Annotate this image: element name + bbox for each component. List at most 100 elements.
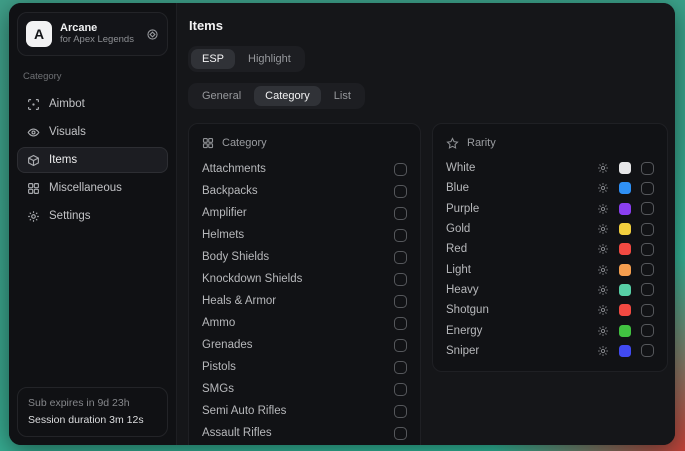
- rarity-row: Gold: [446, 219, 654, 239]
- rarity-checkbox[interactable]: [641, 223, 654, 236]
- rarity-label: Shotgun: [446, 304, 597, 316]
- color-swatch[interactable]: [619, 203, 631, 215]
- category-label: Backpacks: [202, 185, 394, 197]
- color-swatch[interactable]: [619, 162, 631, 174]
- category-grid-icon: [202, 137, 214, 149]
- category-checkbox[interactable]: [394, 405, 407, 418]
- gear-icon[interactable]: [597, 182, 609, 194]
- category-row: Assault Rifles: [202, 422, 407, 444]
- session-info-box: Sub expires in 9d 23h Session duration 3…: [17, 387, 168, 437]
- rarity-checkbox[interactable]: [641, 202, 654, 215]
- rarity-panel-title: Rarity: [467, 137, 496, 149]
- category-checkbox[interactable]: [394, 273, 407, 286]
- tab-general[interactable]: General: [191, 86, 252, 106]
- eye-icon: [26, 126, 40, 139]
- category-checkbox[interactable]: [394, 229, 407, 242]
- color-swatch[interactable]: [619, 304, 631, 316]
- rarity-row: Sniper: [446, 341, 654, 361]
- tab-highlight[interactable]: Highlight: [237, 49, 302, 69]
- category-checkbox[interactable]: [394, 427, 407, 440]
- rarity-label: Red: [446, 243, 597, 255]
- category-panel: Category Attachments Backpacks Amplifier…: [188, 123, 421, 445]
- rarity-checkbox[interactable]: [641, 162, 654, 175]
- rarity-label: Blue: [446, 182, 597, 194]
- color-swatch[interactable]: [619, 264, 631, 276]
- rarity-checkbox[interactable]: [641, 324, 654, 337]
- category-checkbox[interactable]: [394, 185, 407, 198]
- category-checkbox[interactable]: [394, 163, 407, 176]
- gear-icon: [26, 210, 40, 223]
- category-label: Body Shields: [202, 251, 394, 263]
- star-icon: [446, 137, 459, 150]
- gear-icon[interactable]: [597, 264, 609, 276]
- page-title: Items: [189, 18, 669, 33]
- category-row: Grenades: [202, 334, 407, 356]
- rarity-label: Heavy: [446, 284, 597, 296]
- rarity-checkbox[interactable]: [641, 263, 654, 276]
- rarity-row: Light: [446, 259, 654, 279]
- category-label: Knockdown Shields: [202, 273, 394, 285]
- rarity-checkbox[interactable]: [641, 344, 654, 357]
- rarity-row: Red: [446, 239, 654, 259]
- category-row: Knockdown Shields: [202, 268, 407, 290]
- color-swatch[interactable]: [619, 345, 631, 357]
- color-swatch[interactable]: [619, 182, 631, 194]
- gear-icon[interactable]: [597, 162, 609, 174]
- sidebar-item-visuals[interactable]: Visuals: [17, 119, 168, 145]
- sidebar-item-label: Visuals: [49, 126, 86, 138]
- category-row: Body Shields: [202, 246, 407, 268]
- category-label: Ammo: [202, 317, 394, 329]
- category-label: SMGs: [202, 383, 394, 395]
- sidebar: A Arcane for Apex Legends Category Aimbo: [9, 3, 177, 445]
- category-row: Heals & Armor: [202, 290, 407, 312]
- tab-list[interactable]: List: [323, 86, 362, 106]
- category-row: Attachments: [202, 158, 407, 180]
- rarity-row: White: [446, 158, 654, 178]
- gear-icon[interactable]: [597, 304, 609, 316]
- sidebar-item-aimbot[interactable]: Aimbot: [17, 91, 168, 117]
- sidebar-item-miscellaneous[interactable]: Miscellaneous: [17, 175, 168, 201]
- gear-icon[interactable]: [597, 223, 609, 235]
- view-tab-group: General Category List: [188, 83, 365, 109]
- category-checkbox[interactable]: [394, 339, 407, 352]
- rarity-row: Shotgun: [446, 300, 654, 320]
- crosshair-icon[interactable]: [146, 28, 159, 41]
- gear-icon[interactable]: [597, 325, 609, 337]
- gear-icon[interactable]: [597, 203, 609, 215]
- category-row: Amplifier: [202, 202, 407, 224]
- gear-icon[interactable]: [597, 243, 609, 255]
- color-swatch[interactable]: [619, 284, 631, 296]
- sidebar-item-label: Items: [49, 154, 77, 166]
- category-panel-title: Category: [222, 137, 267, 149]
- color-swatch[interactable]: [619, 223, 631, 235]
- gear-icon[interactable]: [597, 345, 609, 357]
- brand-subtitle: for Apex Legends: [60, 35, 138, 46]
- category-label: Assault Rifles: [202, 427, 394, 439]
- category-row: LMGs: [202, 444, 407, 445]
- category-checkbox[interactable]: [394, 295, 407, 308]
- rarity-checkbox[interactable]: [641, 304, 654, 317]
- gear-icon[interactable]: [597, 284, 609, 296]
- category-checkbox[interactable]: [394, 383, 407, 396]
- sidebar-item-settings[interactable]: Settings: [17, 203, 168, 229]
- session-duration-text: Session duration 3m 12s: [28, 412, 157, 428]
- sidebar-item-label: Miscellaneous: [49, 182, 122, 194]
- sub-expiry-text: Sub expires in 9d 23h: [28, 395, 157, 411]
- color-swatch[interactable]: [619, 325, 631, 337]
- rarity-checkbox[interactable]: [641, 243, 654, 256]
- main-content: Items ESP Highlight General Category Lis…: [177, 3, 675, 445]
- tab-category[interactable]: Category: [254, 86, 321, 106]
- category-label: Pistols: [202, 361, 394, 373]
- rarity-label: Light: [446, 264, 597, 276]
- color-swatch[interactable]: [619, 243, 631, 255]
- rarity-panel: Rarity White Blue Purple: [432, 123, 668, 372]
- category-checkbox[interactable]: [394, 317, 407, 330]
- category-checkbox[interactable]: [394, 251, 407, 264]
- rarity-checkbox[interactable]: [641, 182, 654, 195]
- sidebar-item-items[interactable]: Items: [17, 147, 168, 173]
- rarity-checkbox[interactable]: [641, 283, 654, 296]
- category-row: Pistols: [202, 356, 407, 378]
- category-checkbox[interactable]: [394, 361, 407, 374]
- tab-esp[interactable]: ESP: [191, 49, 235, 69]
- category-checkbox[interactable]: [394, 207, 407, 220]
